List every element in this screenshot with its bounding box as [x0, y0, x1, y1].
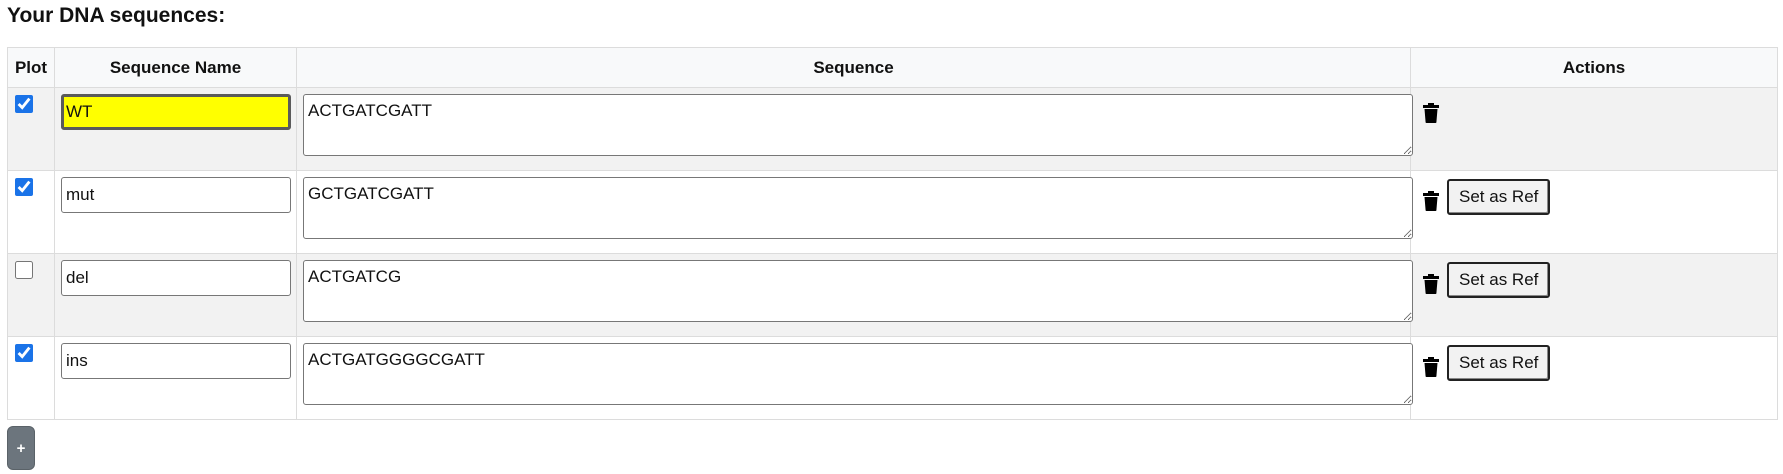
set-as-ref-button[interactable]: Set as Ref	[1447, 262, 1551, 298]
actions-cell: Set as Ref	[1410, 336, 1778, 420]
plot-checkbox[interactable]	[15, 261, 33, 279]
plot-checkbox[interactable]	[15, 344, 33, 362]
set-as-ref-button[interactable]: Set as Ref	[1447, 345, 1551, 381]
plot-cell	[7, 87, 55, 171]
sequence-cell: ACTGATCG	[296, 253, 1413, 337]
sequence-name-input[interactable]	[61, 177, 291, 213]
actions-group: Set as Ref	[1411, 343, 1777, 381]
actions-group	[1411, 94, 1777, 123]
name-cell	[54, 336, 297, 420]
set-as-ref-button[interactable]: Set as Ref	[1447, 179, 1551, 215]
sequence-cell: ACTGATGGGGCGATT	[296, 336, 1413, 420]
table-row-del: ACTGATCG Set as Ref	[7, 253, 1778, 337]
page-heading: Your DNA sequences:	[7, 4, 226, 27]
trash-icon-graphic	[1423, 273, 1439, 294]
table-row-mut: GCTGATCGATT Set as Ref	[7, 170, 1778, 254]
actions-cell: Set as Ref	[1410, 253, 1778, 337]
plot-checkbox[interactable]	[15, 95, 33, 113]
plot-cell	[7, 253, 55, 337]
sequence-name-input[interactable]	[61, 94, 291, 130]
name-cell	[54, 87, 297, 171]
table-header-row: Plot Sequence Name Sequence Actions	[7, 47, 1778, 88]
trash-icon[interactable]	[1423, 273, 1439, 294]
trash-icon[interactable]	[1423, 356, 1439, 377]
sequence-table: Plot Sequence Name Sequence Actions ACTG…	[7, 47, 1778, 420]
sequence-cell: ACTGATCGATT	[296, 87, 1413, 171]
plot-cell	[7, 170, 55, 254]
add-sequence-button[interactable]: +	[7, 426, 35, 470]
trash-icon-graphic	[1423, 356, 1439, 377]
actions-column-header: Actions	[1410, 47, 1778, 88]
actions-cell: Set as Ref	[1410, 170, 1778, 254]
sequence-textarea[interactable]: ACTGATGGGGCGATT	[303, 343, 1413, 405]
sequence-name-input[interactable]	[61, 260, 291, 296]
trash-icon-graphic	[1423, 190, 1439, 211]
actions-group: Set as Ref	[1411, 177, 1777, 215]
name-cell	[54, 253, 297, 337]
actions-cell	[1410, 87, 1778, 171]
trash-icon-graphic	[1423, 103, 1439, 123]
sequence-cell: GCTGATCGATT	[296, 170, 1413, 254]
trash-icon[interactable]	[1423, 190, 1439, 211]
plot-column-header: Plot	[7, 47, 55, 88]
table-row-ins: ACTGATGGGGCGATT Set as Ref	[7, 336, 1778, 420]
sequence-textarea[interactable]: ACTGATCG	[303, 260, 1413, 322]
sequence-name-input[interactable]	[61, 343, 291, 379]
sequence-column-header: Sequence	[296, 47, 1411, 88]
sequence-textarea[interactable]: ACTGATCGATT	[303, 94, 1413, 156]
sequence-textarea[interactable]: GCTGATCGATT	[303, 177, 1413, 239]
name-column-header: Sequence Name	[54, 47, 297, 88]
plot-cell	[7, 336, 55, 420]
actions-group: Set as Ref	[1411, 260, 1777, 298]
table-row-WT: ACTGATCGATT	[7, 87, 1778, 171]
name-cell	[54, 170, 297, 254]
trash-icon[interactable]	[1423, 103, 1439, 123]
plot-checkbox[interactable]	[15, 178, 33, 196]
